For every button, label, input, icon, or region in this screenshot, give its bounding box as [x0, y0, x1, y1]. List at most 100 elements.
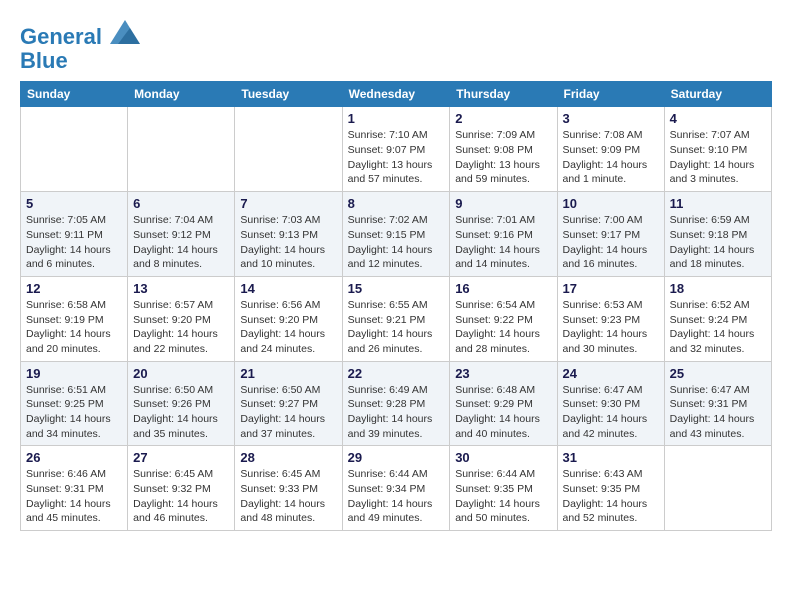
day-number: 21: [240, 366, 336, 381]
day-number: 3: [563, 111, 659, 126]
calendar-day-11: 11Sunrise: 6:59 AMSunset: 9:18 PMDayligh…: [664, 192, 771, 277]
header-sunday: Sunday: [21, 82, 128, 107]
day-number: 8: [348, 196, 445, 211]
calendar-day-6: 6 Sunrise: 7:04 AMSunset: 9:12 PMDaylight…: [128, 192, 235, 277]
calendar-day-23: 23Sunrise: 6:48 AMSunset: 9:29 PMDayligh…: [450, 361, 557, 446]
calendar-header-row: SundayMondayTuesdayWednesdayThursdayFrid…: [21, 82, 772, 107]
day-info: Sunrise: 6:47 AMSunset: 9:31 PMDaylight:…: [670, 383, 766, 442]
day-info: Sunrise: 7:01 AMSunset: 9:16 PMDaylight:…: [455, 213, 551, 272]
day-number: 17: [563, 281, 659, 296]
day-info: Sunrise: 6:50 AMSunset: 9:27 PMDaylight:…: [240, 383, 336, 442]
day-info: Sunrise: 6:43 AMSunset: 9:35 PMDaylight:…: [563, 467, 659, 526]
day-info: Sunrise: 6:50 AMSunset: 9:26 PMDaylight:…: [133, 383, 229, 442]
day-info: Sunrise: 7:08 AMSunset: 9:09 PMDaylight:…: [563, 128, 659, 187]
day-number: 15: [348, 281, 445, 296]
day-info: Sunrise: 6:52 AMSunset: 9:24 PMDaylight:…: [670, 298, 766, 357]
day-info: Sunrise: 7:03 AMSunset: 9:13 PMDaylight:…: [240, 213, 336, 272]
calendar-day-15: 15 Sunrise: 6:55 AMSunset: 9:21 PMDayligh…: [342, 276, 450, 361]
calendar-day-8: 8 Sunrise: 7:02 AMSunset: 9:15 PMDaylight…: [342, 192, 450, 277]
logo-text: General: [20, 20, 140, 49]
day-number: 24: [563, 366, 659, 381]
calendar-day-21: 21 Sunrise: 6:50 AMSunset: 9:27 PMDayligh…: [235, 361, 342, 446]
calendar-empty-cell: [664, 446, 771, 531]
day-info: Sunrise: 6:47 AMSunset: 9:30 PMDaylight:…: [563, 383, 659, 442]
day-number: 20: [133, 366, 229, 381]
day-number: 25: [670, 366, 766, 381]
logo-icon: [110, 20, 140, 44]
calendar-day-17: 17 Sunrise: 6:53 AMSunset: 9:23 PMDayligh…: [557, 276, 664, 361]
calendar-day-16: 16 Sunrise: 6:54 AMSunset: 9:22 PMDayligh…: [450, 276, 557, 361]
day-number: 26: [26, 450, 122, 465]
calendar-day-28: 28Sunrise: 6:45 AMSunset: 9:33 PMDayligh…: [235, 446, 342, 531]
day-info: Sunrise: 6:48 AMSunset: 9:29 PMDaylight:…: [455, 383, 551, 442]
calendar-day-4: 4Sunrise: 7:07 AMSunset: 9:10 PMDaylight…: [664, 107, 771, 192]
calendar-day-19: 19 Sunrise: 6:51 AMSunset: 9:25 PMDayligh…: [21, 361, 128, 446]
calendar-day-12: 12 Sunrise: 6:58 AMSunset: 9:19 PMDayligh…: [21, 276, 128, 361]
day-info: Sunrise: 6:49 AMSunset: 9:28 PMDaylight:…: [348, 383, 445, 442]
day-info: Sunrise: 7:10 AMSunset: 9:07 PMDaylight:…: [348, 128, 445, 187]
calendar-week-row: 5Sunrise: 7:05 AMSunset: 9:11 PMDaylight…: [21, 192, 772, 277]
header-friday: Friday: [557, 82, 664, 107]
calendar-day-31: 31 Sunrise: 6:43 AMSunset: 9:35 PMDayligh…: [557, 446, 664, 531]
calendar-week-row: 19 Sunrise: 6:51 AMSunset: 9:25 PMDayligh…: [21, 361, 772, 446]
calendar-empty-cell: [128, 107, 235, 192]
header-monday: Monday: [128, 82, 235, 107]
calendar-week-row: 12 Sunrise: 6:58 AMSunset: 9:19 PMDayligh…: [21, 276, 772, 361]
calendar-day-14: 14Sunrise: 6:56 AMSunset: 9:20 PMDayligh…: [235, 276, 342, 361]
calendar-day-10: 10 Sunrise: 7:00 AMSunset: 9:17 PMDayligh…: [557, 192, 664, 277]
calendar-week-row: 26 Sunrise: 6:46 AMSunset: 9:31 PMDayligh…: [21, 446, 772, 531]
header-saturday: Saturday: [664, 82, 771, 107]
calendar-day-7: 7 Sunrise: 7:03 AMSunset: 9:13 PMDaylight…: [235, 192, 342, 277]
day-number: 28: [240, 450, 336, 465]
day-number: 1: [348, 111, 445, 126]
calendar-day-25: 25 Sunrise: 6:47 AMSunset: 9:31 PMDayligh…: [664, 361, 771, 446]
calendar-day-18: 18Sunrise: 6:52 AMSunset: 9:24 PMDayligh…: [664, 276, 771, 361]
calendar-day-20: 20 Sunrise: 6:50 AMSunset: 9:26 PMDayligh…: [128, 361, 235, 446]
calendar-day-30: 30 Sunrise: 6:44 AMSunset: 9:35 PMDayligh…: [450, 446, 557, 531]
day-info: Sunrise: 6:55 AMSunset: 9:21 PMDaylight:…: [348, 298, 445, 357]
day-info: Sunrise: 6:54 AMSunset: 9:22 PMDaylight:…: [455, 298, 551, 357]
day-info: Sunrise: 7:04 AMSunset: 9:12 PMDaylight:…: [133, 213, 229, 272]
day-number: 6: [133, 196, 229, 211]
calendar-day-22: 22 Sunrise: 6:49 AMSunset: 9:28 PMDayligh…: [342, 361, 450, 446]
header-tuesday: Tuesday: [235, 82, 342, 107]
day-number: 14: [240, 281, 336, 296]
day-number: 30: [455, 450, 551, 465]
day-number: 2: [455, 111, 551, 126]
day-info: Sunrise: 7:02 AMSunset: 9:15 PMDaylight:…: [348, 213, 445, 272]
day-info: Sunrise: 7:09 AMSunset: 9:08 PMDaylight:…: [455, 128, 551, 187]
calendar-empty-cell: [235, 107, 342, 192]
day-number: 16: [455, 281, 551, 296]
day-info: Sunrise: 6:59 AMSunset: 9:18 PMDaylight:…: [670, 213, 766, 272]
day-number: 19: [26, 366, 122, 381]
day-info: Sunrise: 7:05 AMSunset: 9:11 PMDaylight:…: [26, 213, 122, 272]
calendar-day-27: 27 Sunrise: 6:45 AMSunset: 9:32 PMDayligh…: [128, 446, 235, 531]
day-info: Sunrise: 6:53 AMSunset: 9:23 PMDaylight:…: [563, 298, 659, 357]
day-number: 31: [563, 450, 659, 465]
calendar-day-9: 9 Sunrise: 7:01 AMSunset: 9:16 PMDaylight…: [450, 192, 557, 277]
calendar-day-29: 29 Sunrise: 6:44 AMSunset: 9:34 PMDayligh…: [342, 446, 450, 531]
day-number: 29: [348, 450, 445, 465]
day-info: Sunrise: 6:46 AMSunset: 9:31 PMDaylight:…: [26, 467, 122, 526]
day-number: 13: [133, 281, 229, 296]
day-number: 10: [563, 196, 659, 211]
header-thursday: Thursday: [450, 82, 557, 107]
day-info: Sunrise: 6:44 AMSunset: 9:34 PMDaylight:…: [348, 467, 445, 526]
logo: General Blue: [20, 20, 140, 73]
calendar-day-24: 24 Sunrise: 6:47 AMSunset: 9:30 PMDayligh…: [557, 361, 664, 446]
calendar-day-26: 26 Sunrise: 6:46 AMSunset: 9:31 PMDayligh…: [21, 446, 128, 531]
day-number: 27: [133, 450, 229, 465]
day-number: 7: [240, 196, 336, 211]
day-info: Sunrise: 7:00 AMSunset: 9:17 PMDaylight:…: [563, 213, 659, 272]
header: General Blue: [20, 20, 772, 73]
day-info: Sunrise: 6:51 AMSunset: 9:25 PMDaylight:…: [26, 383, 122, 442]
day-number: 4: [670, 111, 766, 126]
header-wednesday: Wednesday: [342, 82, 450, 107]
day-info: Sunrise: 6:45 AMSunset: 9:32 PMDaylight:…: [133, 467, 229, 526]
day-number: 9: [455, 196, 551, 211]
day-number: 22: [348, 366, 445, 381]
day-info: Sunrise: 6:44 AMSunset: 9:35 PMDaylight:…: [455, 467, 551, 526]
day-number: 12: [26, 281, 122, 296]
day-info: Sunrise: 6:58 AMSunset: 9:19 PMDaylight:…: [26, 298, 122, 357]
day-info: Sunrise: 6:57 AMSunset: 9:20 PMDaylight:…: [133, 298, 229, 357]
